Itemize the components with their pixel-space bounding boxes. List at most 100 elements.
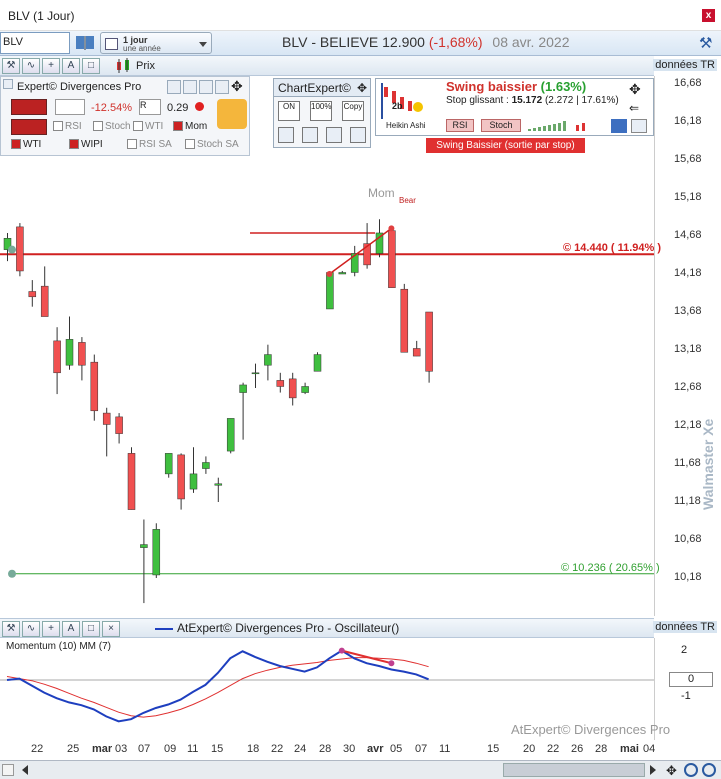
checkbox-box[interactable] [127, 139, 137, 150]
price-tick-label: 15,18 [674, 191, 702, 203]
settings-icon[interactable] [183, 80, 197, 94]
price-tick-label: 11,18 [674, 495, 701, 507]
checkbox-box[interactable] [173, 121, 183, 132]
book-icon[interactable] [75, 34, 95, 52]
checkbox-wti[interactable]: WTI [11, 139, 41, 150]
momentum-line [6, 649, 429, 723]
compare-icon[interactable]: + [42, 58, 60, 74]
heikin-ashi-icon[interactable] [380, 81, 428, 121]
trend-icon[interactable] [55, 99, 85, 115]
horizontal-scrollbar[interactable]: ✥ [0, 760, 721, 779]
ratio-icon[interactable]: R [139, 99, 161, 115]
checkbox-wti[interactable]: WTI [133, 121, 163, 132]
close-icon[interactable]: × [102, 621, 120, 637]
chart-icon[interactable] [199, 80, 213, 94]
tools-icon[interactable]: ⚒ [2, 58, 20, 74]
ap-icon[interactable]: A [62, 621, 80, 637]
signal-line [6, 657, 429, 718]
checkbox-stoch[interactable]: Stoch [93, 121, 131, 132]
back-arrow-icon[interactable]: ⇐ [629, 101, 647, 115]
bullish-pattern-icon[interactable] [11, 119, 47, 135]
resize-icon[interactable] [631, 119, 647, 133]
period-selector[interactable]: 1 jour une année [100, 32, 212, 54]
close-icon[interactable]: x [702, 9, 715, 22]
checkbox-mom[interactable]: Mom [173, 121, 207, 132]
print-icon[interactable] [215, 80, 229, 94]
symbol-input[interactable]: BLV [0, 32, 70, 54]
pin-icon[interactable] [3, 79, 13, 89]
chart-icon[interactable] [611, 119, 627, 133]
checkbox-rsi-sa[interactable]: RSI SA [127, 139, 172, 150]
compare-icon[interactable]: + [42, 621, 60, 637]
tools-icon[interactable]: ⚒ [2, 621, 20, 637]
marker-icon [8, 569, 16, 578]
volume-bar [553, 124, 556, 131]
window-icon[interactable]: □ [82, 621, 100, 637]
candle [115, 416, 123, 434]
move-icon[interactable]: ✥ [666, 763, 677, 779]
move-icon[interactable]: ✥ [629, 81, 647, 99]
checkbox-box[interactable] [69, 139, 79, 150]
time-tick-label: 30 [343, 743, 356, 755]
chart-toolbar: ⚒ ∿ + A □ Prix [0, 56, 654, 76]
time-tick-label: 07 [138, 743, 151, 755]
time-tick-label: avr [367, 743, 384, 755]
heikin-ashi-label: Heikin Ashi [386, 121, 426, 130]
on-toggle-button[interactable]: ON [278, 101, 300, 121]
volume-bar [582, 123, 585, 131]
time-tick-label: 26 [571, 743, 584, 755]
panel-controls: ✥ [167, 78, 247, 95]
indicator-icon[interactable]: ∿ [22, 58, 40, 74]
move-icon[interactable]: ✥ [357, 81, 367, 95]
instrument-name: BLV - BELIEVE [282, 34, 379, 50]
chartexpert-title: ChartExpert© [274, 79, 370, 97]
bell-icon[interactable] [217, 99, 247, 129]
time-tick-label: 15 [487, 743, 500, 755]
rsi-button[interactable]: RSI [446, 119, 474, 132]
checkbox-label: WTI [23, 139, 42, 150]
zoom-in-icon[interactable] [702, 763, 716, 777]
chevron-left-icon[interactable] [22, 765, 28, 775]
volume-bar [528, 129, 531, 131]
indicator-icon[interactable]: ∿ [22, 621, 40, 637]
chevron-right-icon[interactable] [650, 765, 656, 775]
price-series-label: Prix [136, 60, 155, 72]
oscillator-title: AtExpert© Divergences Pro - Oscillateur(… [177, 621, 400, 635]
candle [90, 361, 99, 412]
checkbox-box[interactable] [93, 121, 103, 132]
zoom-100-button[interactable]: 100% [310, 101, 332, 121]
price-chart[interactable] [0, 76, 654, 616]
checkbox-wipi[interactable]: WIPI [69, 139, 103, 150]
candlestick-icon[interactable] [114, 58, 132, 74]
checkbox-box[interactable] [133, 121, 143, 132]
stoch-button[interactable]: Stoch [481, 119, 521, 132]
refresh-icon[interactable] [167, 80, 181, 94]
move-icon[interactable]: ✥ [231, 78, 243, 95]
volume-bar [533, 128, 536, 131]
tools-icon[interactable] [278, 127, 294, 143]
checkbox-box[interactable] [185, 139, 195, 150]
draw-icon[interactable] [302, 127, 318, 143]
checkbox-rsi[interactable]: RSI [53, 121, 82, 132]
scroll-left-icon[interactable] [2, 764, 14, 776]
candle [388, 230, 396, 288]
color-icon[interactable] [326, 127, 342, 143]
edit-icon[interactable] [350, 127, 366, 143]
candle [127, 453, 136, 510]
window-icon[interactable]: □ [82, 58, 100, 74]
checkbox-stoch-sa[interactable]: Stoch SA [185, 139, 239, 150]
checkbox-box[interactable] [11, 139, 21, 150]
volume-bar [543, 126, 546, 131]
swing-title-text: Swing baissier [446, 79, 538, 94]
scroll-thumb[interactable] [503, 763, 645, 777]
wrench-icon[interactable]: ⚒ [699, 34, 717, 52]
osc-level-zero: 0 [669, 672, 713, 687]
zoom-out-icon[interactable] [684, 763, 698, 777]
time-tick-label: 24 [294, 743, 307, 755]
candle [164, 453, 173, 475]
copy-button[interactable]: Copy [342, 101, 364, 121]
bearish-pattern-icon[interactable] [11, 99, 47, 115]
checkbox-box[interactable] [53, 121, 63, 132]
ap-icon[interactable]: A [62, 58, 80, 74]
candle [226, 418, 235, 452]
